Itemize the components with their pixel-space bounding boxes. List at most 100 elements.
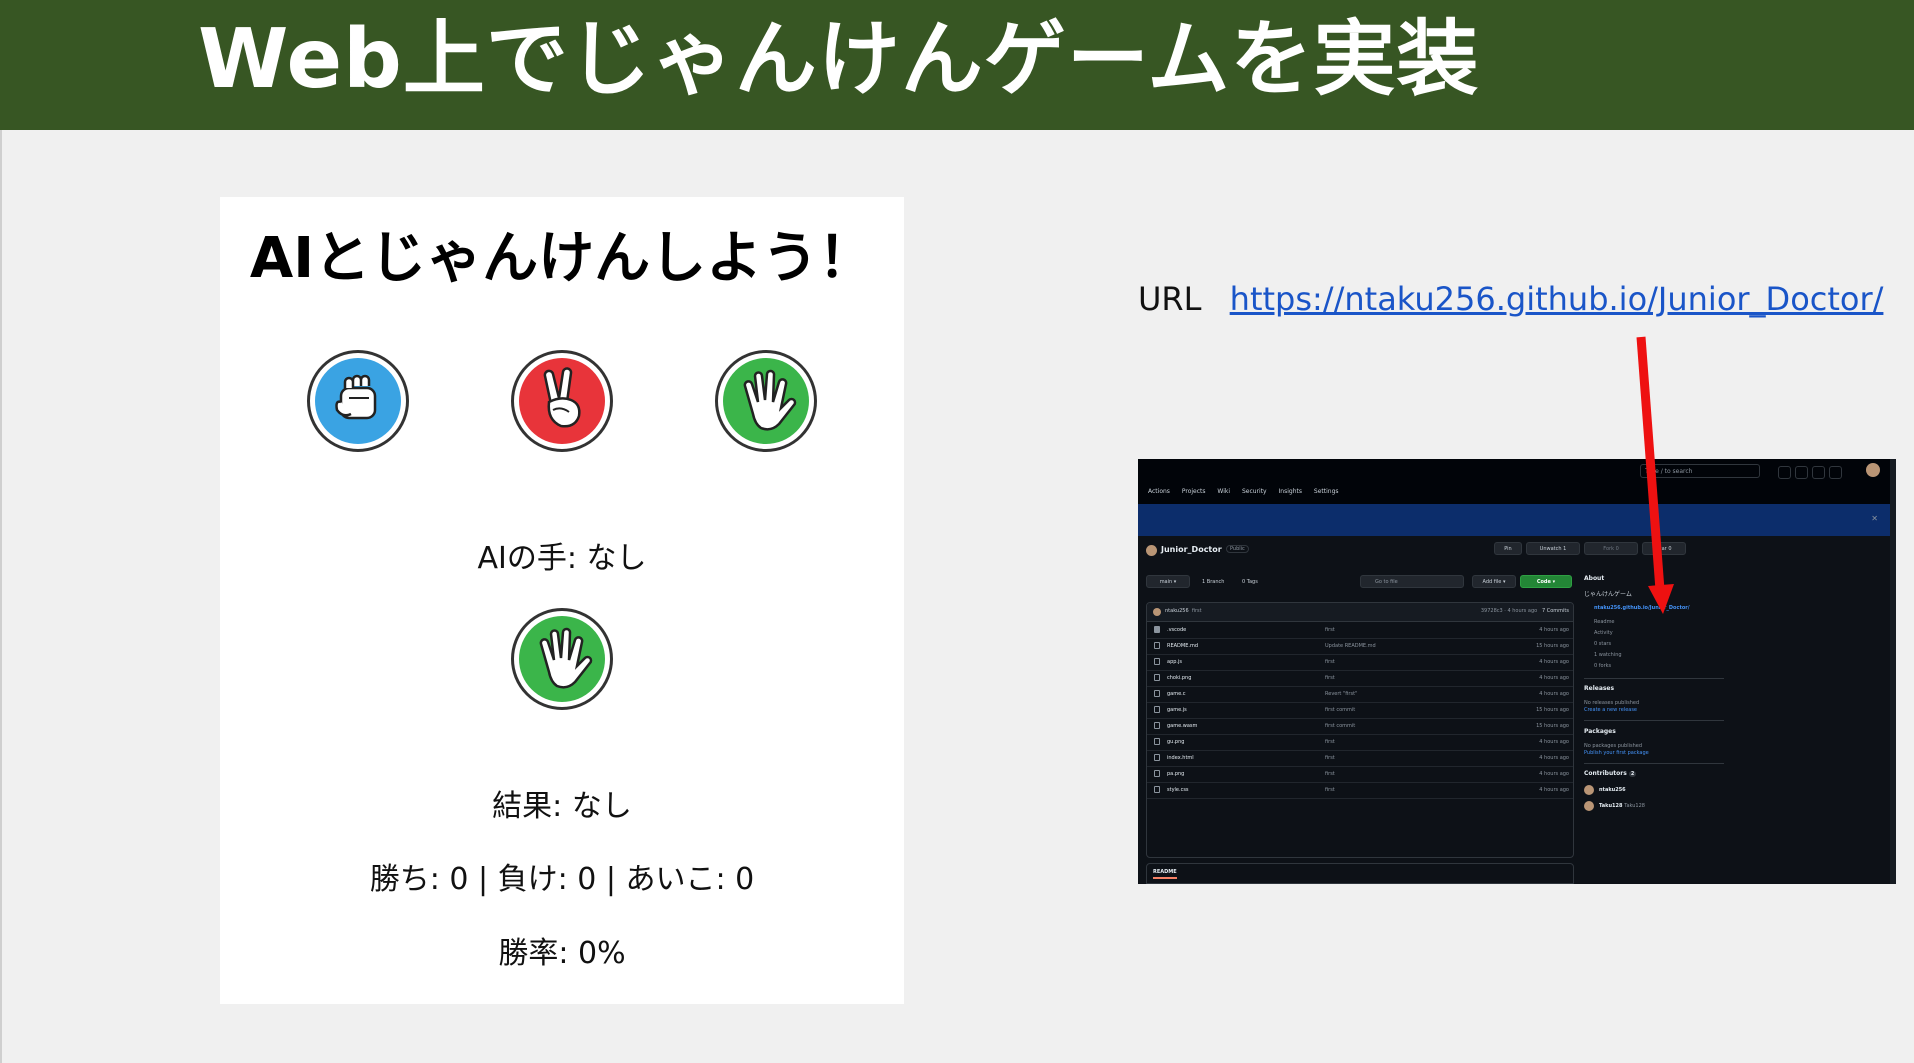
table-row[interactable]: game.c Revert "first" 4 hours ago: [1147, 686, 1573, 703]
avatar[interactable]: [1584, 801, 1594, 811]
commit-info[interactable]: 39728c3 · 4 hours ago 7 Commits: [1481, 608, 1569, 614]
commit-message[interactable]: first: [1325, 771, 1335, 777]
commit-time: 15 hours ago: [1536, 707, 1569, 713]
about-stars[interactable]: 0 stars: [1594, 641, 1611, 647]
table-row[interactable]: index.html first 4 hours ago: [1147, 750, 1573, 767]
packages-heading[interactable]: Packages: [1584, 728, 1616, 735]
github-banner: ✕: [1138, 504, 1896, 536]
file-name[interactable]: .vscode: [1167, 627, 1186, 633]
table-row[interactable]: gu.png first 4 hours ago: [1147, 734, 1573, 751]
file-icon: [1154, 658, 1160, 665]
file-name[interactable]: game.js: [1167, 707, 1187, 713]
contributors-heading[interactable]: Contributors 2: [1584, 770, 1637, 777]
nav-insights[interactable]: Insights: [1279, 488, 1302, 495]
goto-file-input[interactable]: Go to file: [1360, 575, 1464, 588]
commit-message[interactable]: first commit: [1325, 723, 1355, 729]
releases-text: No releases published: [1584, 700, 1640, 706]
commit-message[interactable]: first: [1325, 627, 1335, 633]
file-name[interactable]: index.html: [1167, 755, 1194, 761]
branch-count[interactable]: 1 Branch: [1202, 579, 1224, 585]
file-name[interactable]: game.wasm: [1167, 723, 1197, 729]
divider: [1584, 678, 1724, 679]
star-button[interactable]: Star 0: [1642, 542, 1686, 555]
publish-package-link[interactable]: Publish your first package: [1584, 750, 1649, 756]
file-icon: [1154, 786, 1160, 793]
paper-button[interactable]: [715, 350, 817, 452]
file-name[interactable]: README.md: [1167, 643, 1198, 649]
pull-request-icon[interactable]: [1812, 466, 1825, 479]
table-row[interactable]: game.js first commit 15 hours ago: [1147, 702, 1573, 719]
unwatch-button[interactable]: Unwatch 1: [1526, 542, 1580, 555]
commit-message[interactable]: first: [1325, 739, 1335, 745]
table-row[interactable]: README.md Update README.md 15 hours ago: [1147, 638, 1573, 655]
file-icon: [1154, 690, 1160, 697]
file-table: ntaku256 first 39728c3 · 4 hours ago 7 C…: [1146, 602, 1574, 858]
commit-message[interactable]: first: [1325, 755, 1335, 761]
packages-text: No packages published: [1584, 743, 1643, 749]
file-icon: [1154, 770, 1160, 777]
table-row[interactable]: game.wasm first commit 15 hours ago: [1147, 718, 1573, 735]
avatar[interactable]: [1584, 785, 1594, 795]
scrollbar[interactable]: [1890, 459, 1896, 884]
about-activity[interactable]: Activity: [1594, 630, 1613, 636]
repo-owner-avatar: [1146, 545, 1157, 556]
issues-icon[interactable]: [1795, 466, 1808, 479]
code-button[interactable]: Code ▾: [1520, 575, 1572, 588]
file-icon: [1154, 706, 1160, 713]
contributor-name[interactable]: Taku128 Taku128: [1599, 803, 1645, 809]
commit-message[interactable]: first: [1325, 787, 1335, 793]
github-search-input[interactable]: Type / to search: [1640, 464, 1760, 478]
readme-tab[interactable]: README: [1153, 869, 1177, 879]
about-heading: About: [1584, 575, 1605, 582]
branch-select[interactable]: main ▾: [1146, 575, 1190, 588]
file-name[interactable]: game.c: [1167, 691, 1186, 697]
github-top-icons: [1778, 464, 1846, 483]
commit-message[interactable]: first: [1325, 675, 1335, 681]
janken-app-panel: AIとじゃんけんしよう！ AIの手: なし 結果: なし 勝ち: 0 | 負け:…: [220, 197, 904, 1004]
rock-button[interactable]: [307, 350, 409, 452]
commit-message[interactable]: Update README.md: [1325, 643, 1376, 649]
scissors-button[interactable]: [511, 350, 613, 452]
open-hand-icon: [519, 616, 605, 702]
plus-icon[interactable]: [1778, 466, 1791, 479]
add-file-button[interactable]: Add file ▾: [1472, 575, 1516, 588]
releases-heading[interactable]: Releases: [1584, 685, 1614, 692]
file-name[interactable]: app.js: [1167, 659, 1182, 665]
pin-button[interactable]: Pin: [1494, 542, 1522, 555]
github-repo-nav: Actions Projects Wiki Security Insights …: [1148, 488, 1349, 495]
fork-button[interactable]: Fork 0: [1584, 542, 1638, 555]
file-name[interactable]: gu.png: [1167, 739, 1184, 745]
about-forks[interactable]: 0 forks: [1594, 663, 1611, 669]
nav-wiki[interactable]: Wiki: [1217, 488, 1230, 495]
avatar[interactable]: [1866, 463, 1880, 477]
nav-settings[interactable]: Settings: [1314, 488, 1339, 495]
table-row[interactable]: style.css first 4 hours ago: [1147, 782, 1573, 799]
create-release-link[interactable]: Create a new release: [1584, 707, 1637, 713]
commit-time: 4 hours ago: [1539, 691, 1569, 697]
table-row[interactable]: app.js first 4 hours ago: [1147, 654, 1573, 671]
commit-message[interactable]: first commit: [1325, 707, 1355, 713]
about-description: じゃんけんゲーム: [1584, 591, 1632, 598]
inbox-icon[interactable]: [1829, 466, 1842, 479]
tag-count[interactable]: 0 Tags: [1242, 579, 1258, 585]
commit-message[interactable]: Revert "first": [1325, 691, 1357, 697]
file-name[interactable]: style.css: [1167, 787, 1189, 793]
file-name[interactable]: choki.png: [1167, 675, 1191, 681]
about-homepage-link[interactable]: ntaku256.github.io/Junior_Doctor/: [1594, 605, 1690, 611]
table-row[interactable]: .vscode first 4 hours ago: [1147, 622, 1573, 639]
about-watching[interactable]: 1 watching: [1594, 652, 1622, 658]
contributor-name[interactable]: ntaku256: [1599, 787, 1626, 793]
close-icon[interactable]: ✕: [1871, 514, 1878, 523]
url-link[interactable]: https://ntaku256.github.io/Junior_Doctor…: [1230, 280, 1884, 318]
table-row[interactable]: pa.png first 4 hours ago: [1147, 766, 1573, 783]
nav-projects[interactable]: Projects: [1182, 488, 1206, 495]
nav-actions[interactable]: Actions: [1148, 488, 1170, 495]
nav-security[interactable]: Security: [1242, 488, 1267, 495]
repo-name[interactable]: Junior_Doctor: [1161, 545, 1222, 554]
about-readme[interactable]: Readme: [1594, 619, 1615, 625]
commit-author[interactable]: ntaku256 first: [1165, 608, 1202, 614]
commit-message[interactable]: first: [1325, 659, 1335, 665]
table-row[interactable]: choki.png first 4 hours ago: [1147, 670, 1573, 687]
latest-commit-row: ntaku256 first 39728c3 · 4 hours ago 7 C…: [1147, 603, 1573, 622]
file-name[interactable]: pa.png: [1167, 771, 1184, 777]
